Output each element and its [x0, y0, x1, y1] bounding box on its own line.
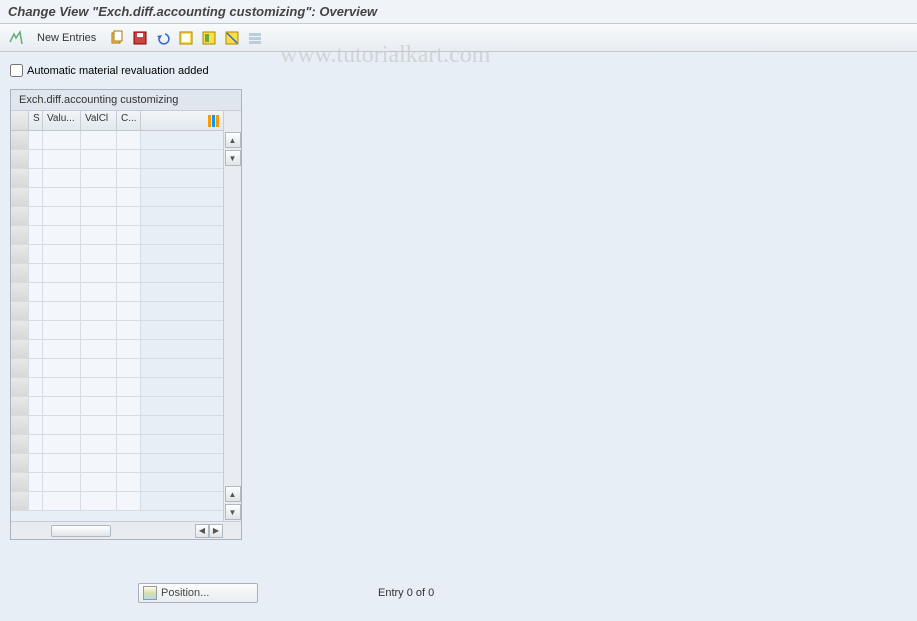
- auto-revaluation-checkbox[interactable]: [10, 64, 23, 77]
- table-row[interactable]: [11, 321, 223, 340]
- grid-wrapper: Exch.diff.accounting customizing S Valu.…: [10, 89, 242, 540]
- table-row[interactable]: [11, 416, 223, 435]
- table-row[interactable]: [11, 378, 223, 397]
- col-c[interactable]: C...: [117, 111, 141, 130]
- col-s[interactable]: S: [29, 111, 43, 130]
- grid-body: [11, 131, 223, 511]
- table-row[interactable]: [11, 264, 223, 283]
- scroll-up2-icon[interactable]: ▲: [225, 486, 241, 502]
- table-row[interactable]: [11, 473, 223, 492]
- vertical-scrollbar[interactable]: ▲ ▼ ▲ ▼: [223, 111, 241, 521]
- config-icon[interactable]: [245, 28, 265, 48]
- grid-header: S Valu... ValCl C...: [11, 111, 223, 131]
- table-row[interactable]: [11, 359, 223, 378]
- select-block-icon[interactable]: [199, 28, 219, 48]
- hscroll-handle[interactable]: [51, 525, 111, 537]
- select-all-icon[interactable]: [176, 28, 196, 48]
- scroll-up-icon[interactable]: ▲: [225, 132, 241, 148]
- scroll-down-icon[interactable]: ▼: [225, 150, 241, 166]
- toolbar: New Entries: [0, 24, 917, 52]
- table-row[interactable]: [11, 226, 223, 245]
- content-area: Automatic material revaluation added Exc…: [0, 52, 917, 550]
- toggle-icon[interactable]: [6, 28, 26, 48]
- undo-icon[interactable]: [153, 28, 173, 48]
- table-row[interactable]: [11, 188, 223, 207]
- col-valu[interactable]: Valu...: [43, 111, 81, 130]
- entry-count: Entry 0 of 0: [378, 587, 434, 599]
- checkbox-row: Automatic material revaluation added: [10, 62, 907, 89]
- footer-row: Position... Entry 0 of 0: [10, 583, 434, 603]
- position-button[interactable]: Position...: [138, 583, 258, 603]
- page-title: Change View "Exch.diff.accounting custom…: [0, 0, 917, 24]
- table-row[interactable]: [11, 492, 223, 511]
- grid-title: Exch.diff.accounting customizing: [11, 90, 241, 111]
- table-row[interactable]: [11, 169, 223, 188]
- table-row[interactable]: [11, 150, 223, 169]
- col-valcl[interactable]: ValCl: [81, 111, 117, 130]
- deselect-all-icon[interactable]: [222, 28, 242, 48]
- scroll-down2-icon[interactable]: ▼: [225, 504, 241, 520]
- table-row[interactable]: [11, 283, 223, 302]
- scroll-left-icon[interactable]: ◀: [195, 524, 209, 538]
- col-selector[interactable]: [11, 111, 29, 130]
- table-row[interactable]: [11, 245, 223, 264]
- table-row[interactable]: [11, 435, 223, 454]
- save-icon[interactable]: [130, 28, 150, 48]
- table-row[interactable]: [11, 302, 223, 321]
- scroll-right-icon[interactable]: ▶: [209, 524, 223, 538]
- table-row[interactable]: [11, 131, 223, 150]
- horizontal-scrollbar[interactable]: ◀ ▶: [11, 521, 241, 539]
- table-row[interactable]: [11, 397, 223, 416]
- configure-columns-icon[interactable]: [205, 111, 223, 131]
- copy-icon[interactable]: [107, 28, 127, 48]
- position-icon: [143, 586, 157, 600]
- table-row[interactable]: [11, 207, 223, 226]
- table-row[interactable]: [11, 340, 223, 359]
- position-label: Position...: [161, 587, 209, 599]
- table-row[interactable]: [11, 454, 223, 473]
- checkbox-label: Automatic material revaluation added: [27, 65, 209, 77]
- new-entries-button[interactable]: New Entries: [29, 30, 104, 46]
